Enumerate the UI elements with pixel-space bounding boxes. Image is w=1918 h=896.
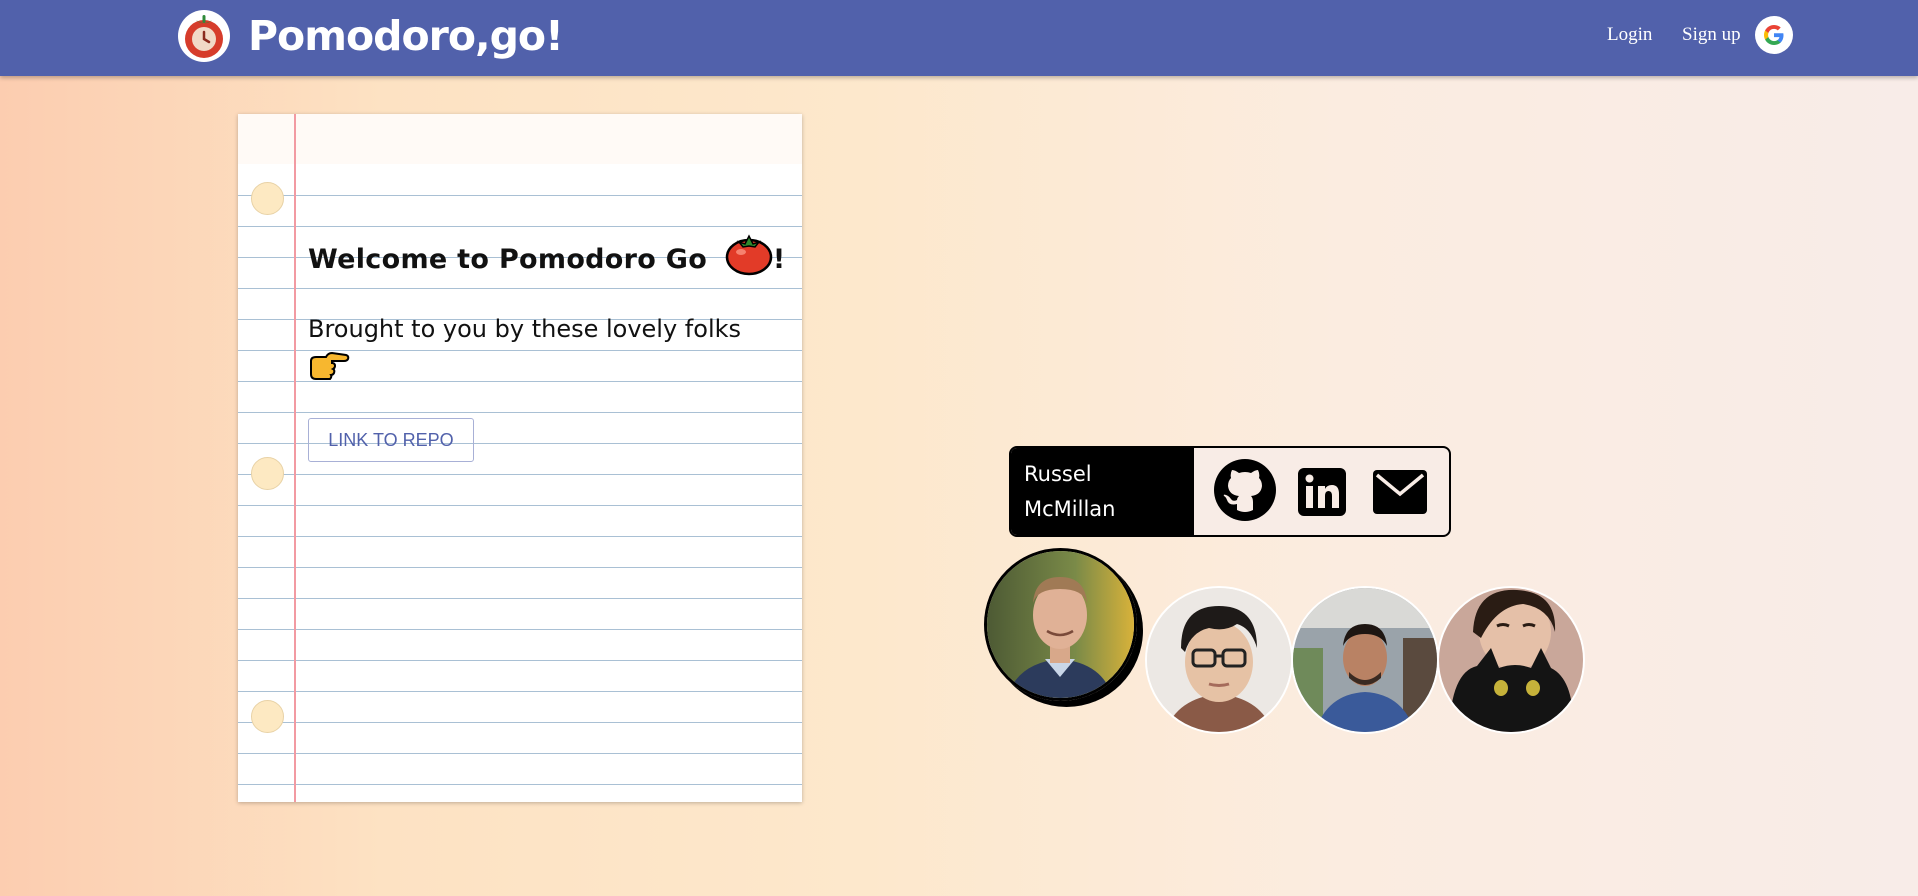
avatar-photo — [1147, 588, 1291, 732]
paper-margin-line — [294, 114, 296, 802]
github-icon[interactable] — [1213, 458, 1277, 526]
binder-hole — [251, 182, 284, 215]
contact-last-name: McMillan — [1024, 497, 1116, 521]
contact-card: Russel McMillan — [1009, 446, 1451, 537]
login-link[interactable]: Login — [1607, 24, 1652, 46]
signup-link[interactable]: Sign up — [1682, 24, 1741, 46]
team-avatar-russel[interactable] — [984, 548, 1137, 701]
team-avatar-2[interactable] — [1145, 586, 1293, 734]
avatar-photo — [1439, 588, 1583, 732]
welcome-heading: Welcome to Pomodoro Go ! — [308, 232, 785, 283]
tomato-icon — [725, 232, 773, 283]
pomodoro-logo-icon[interactable] — [178, 10, 230, 62]
top-navbar: Pomodoro,go! Login Sign up — [0, 0, 1918, 76]
linkedin-icon[interactable] — [1298, 468, 1346, 520]
avatar-photo — [987, 551, 1134, 698]
credits-label: Brought to you by these lovely folks — [308, 315, 742, 343]
google-icon[interactable] — [1755, 16, 1793, 54]
team-avatar-4[interactable] — [1437, 586, 1585, 734]
notebook-paper: Welcome to Pomodoro Go ! Brought to you … — [238, 114, 802, 802]
brand-title[interactable]: Pomodoro,go! — [248, 8, 564, 64]
contact-first-name: Russel — [1024, 462, 1092, 486]
welcome-text: Welcome to Pomodoro Go — [308, 244, 708, 275]
contact-name: Russel McMillan — [1011, 448, 1194, 535]
welcome-suffix: ! — [772, 244, 786, 275]
pointing-hand-icon — [308, 349, 350, 391]
team-avatar-3[interactable] — [1291, 586, 1439, 734]
paper-top-margin — [238, 114, 802, 164]
avatar-photo — [1293, 588, 1437, 732]
credits-text: Brought to you by these lovely folks — [308, 311, 768, 391]
mail-icon[interactable] — [1373, 470, 1427, 518]
binder-hole — [251, 457, 284, 490]
link-to-repo-button[interactable]: LINK TO REPO — [308, 418, 474, 462]
binder-hole — [251, 700, 284, 733]
